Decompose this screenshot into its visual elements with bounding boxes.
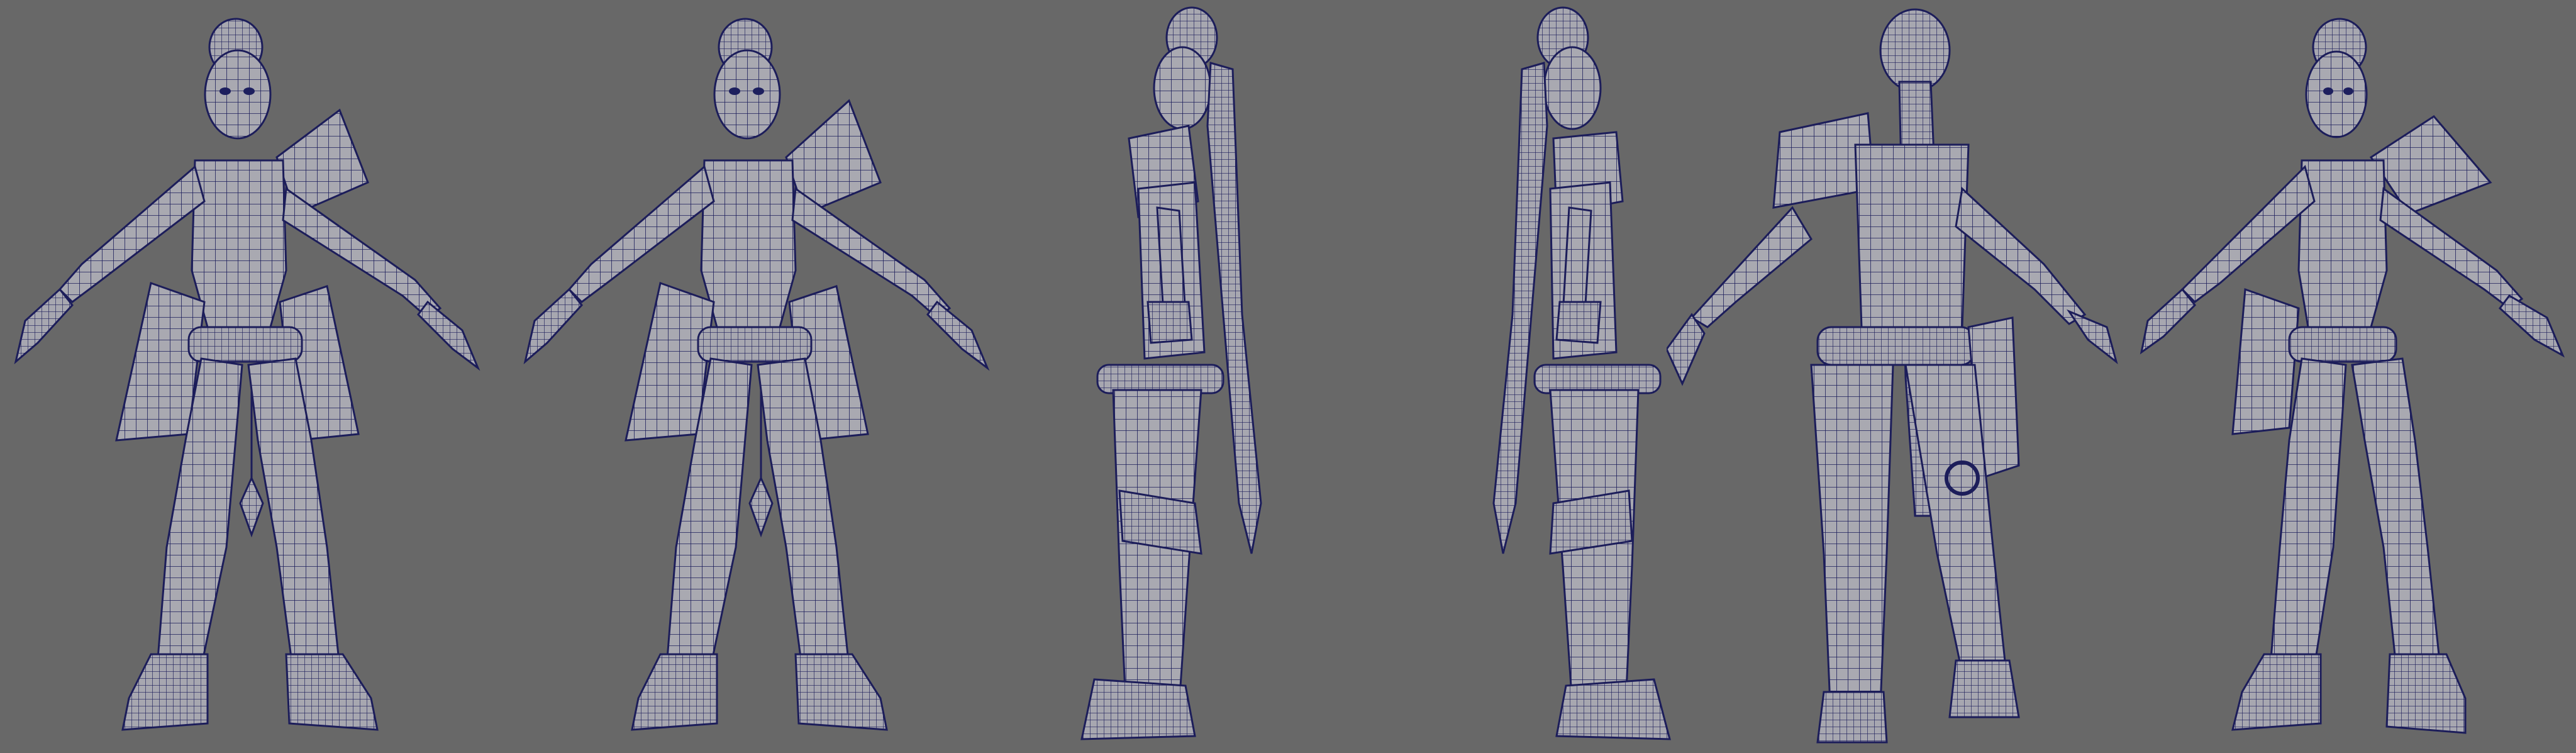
character-front-view xyxy=(0,0,491,753)
wireframe-mesh-three-quarter xyxy=(2140,18,2565,734)
wireframe-mesh-front-2 xyxy=(523,18,990,731)
wireframe-mesh-side-left xyxy=(1492,6,1671,740)
character-side-left-view xyxy=(1390,0,1679,753)
character-front-view-2 xyxy=(509,0,1000,753)
3d-viewport[interactable] xyxy=(0,0,2576,753)
character-three-quarter-view xyxy=(2138,0,2576,753)
wireframe-mesh-front xyxy=(14,18,480,731)
character-back-view xyxy=(1667,0,2119,753)
wireframe-mesh-back xyxy=(1667,8,2118,744)
character-side-right-view xyxy=(1069,0,1358,753)
wireframe-mesh-side-right xyxy=(1080,6,1262,740)
